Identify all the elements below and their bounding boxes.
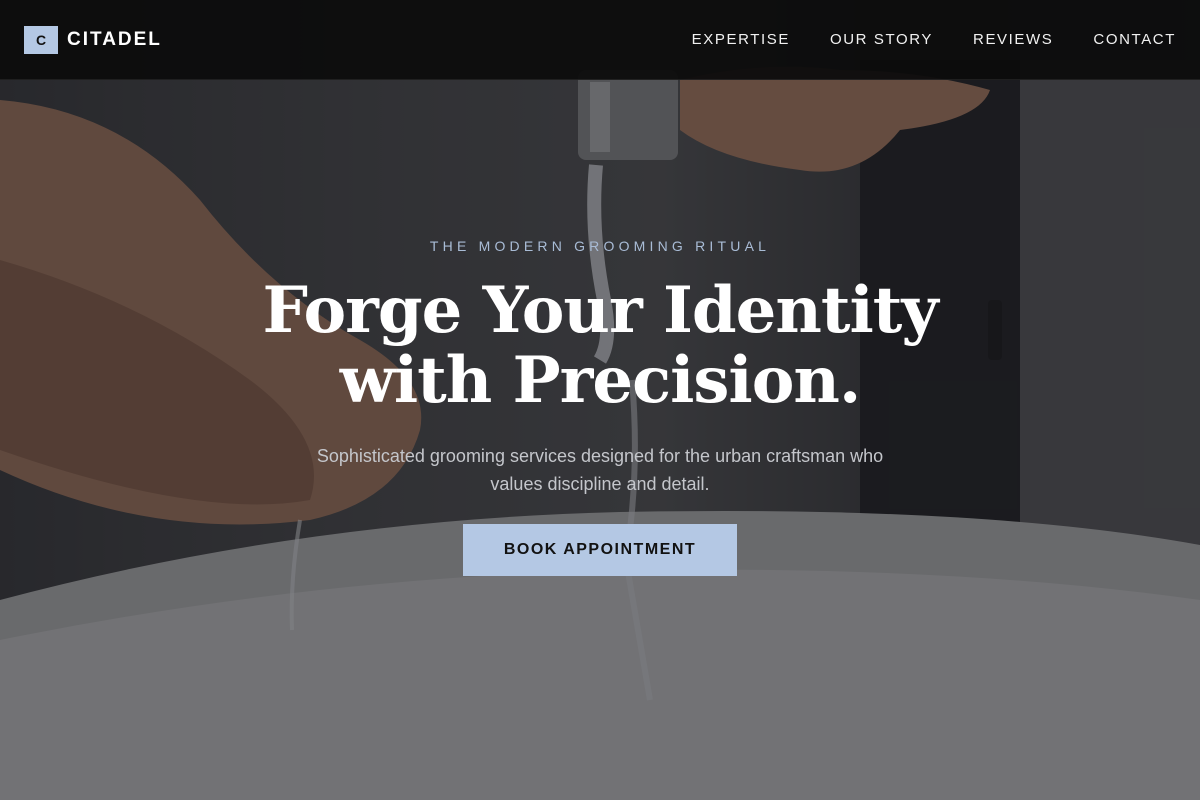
hero-content: THE MODERN GROOMING RITUAL Forge Your Id… [0,238,1200,576]
hero-headline-line-1: Forge Your Identity [262,273,939,348]
nav-link-expertise[interactable]: EXPERTISE [692,31,790,48]
nav-links: EXPERTISE OUR STORY REVIEWS CONTACT [692,31,1176,48]
nav-link-reviews[interactable]: REVIEWS [973,31,1053,48]
brand-mark-icon: C [24,25,58,54]
hero-subtext: Sophisticated grooming services designed… [316,446,884,494]
nav-link-our-story[interactable]: OUR STORY [830,31,933,48]
brand-logo[interactable]: C CITADEL [24,25,162,54]
hero-headline: Forge Your Identity with Precision. [0,276,1200,416]
nav-link-contact[interactable]: CONTACT [1093,31,1176,48]
hero-headline-line-2: with Precision. [339,343,861,418]
navbar: C CITADEL EXPERTISE OUR STORY REVIEWS CO… [0,0,1200,80]
brand-name: CITADEL [67,28,162,50]
book-appointment-button[interactable]: BOOK APPOINTMENT [463,524,737,576]
hero-eyebrow: THE MODERN GROOMING RITUAL [429,238,771,254]
